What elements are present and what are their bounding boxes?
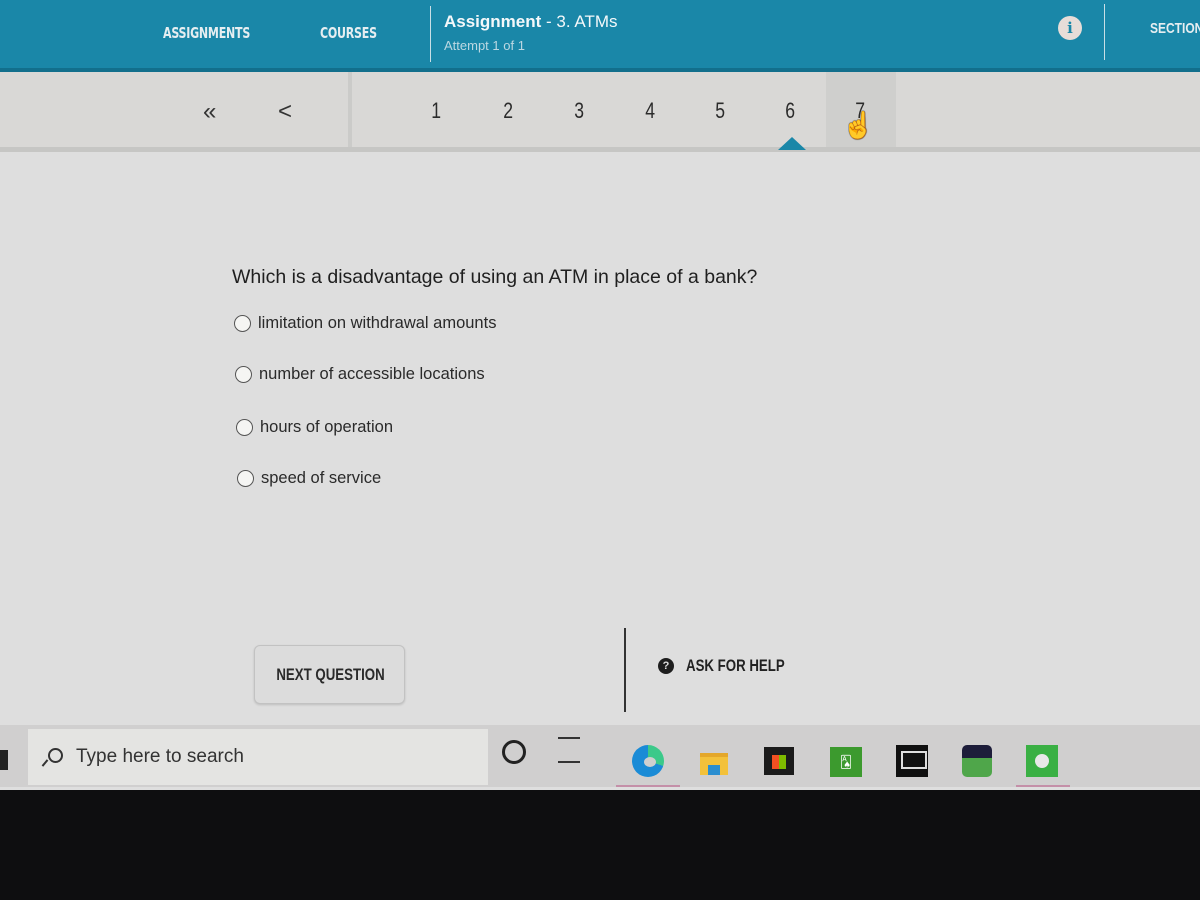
active-app-indicator: [1016, 785, 1070, 787]
page-2[interactable]: 2: [503, 98, 513, 124]
divider: [430, 6, 431, 62]
prev-page-button[interactable]: <: [278, 98, 292, 126]
browser-screen: ASSIGNMENTS COURSES Assignment - 3. ATMs…: [0, 0, 1200, 790]
divider: [624, 628, 626, 712]
search-icon: [42, 746, 63, 768]
assignment-label: Assignment: [444, 12, 542, 31]
first-page-button[interactable]: «: [203, 98, 216, 126]
windows-taskbar: Type here to search 🂡: [0, 725, 1200, 787]
radio-button[interactable]: [234, 315, 251, 332]
assignment-title: Assignment - 3. ATMs: [444, 12, 618, 32]
nav-courses[interactable]: COURSES: [320, 24, 377, 42]
question-pager: « < 1 2 3 4 5 6 7: [0, 72, 1200, 152]
divider: [1104, 4, 1105, 60]
answer-label: speed of service: [261, 469, 382, 487]
nav-section[interactable]: SECTION: [1150, 20, 1200, 37]
answer-option[interactable]: hours of operation: [236, 418, 393, 437]
radio-button[interactable]: [235, 366, 252, 383]
edge-icon[interactable]: [632, 745, 664, 777]
info-icon[interactable]: i: [1058, 16, 1082, 40]
answer-option[interactable]: speed of service: [237, 469, 381, 488]
spotify-icon[interactable]: [1026, 745, 1058, 777]
top-bar: ASSIGNMENTS COURSES Assignment - 3. ATMs…: [0, 0, 1200, 72]
cortana-icon[interactable]: [502, 740, 526, 764]
assignment-name: - 3. ATMs: [541, 12, 618, 31]
answer-option[interactable]: limitation on withdrawal amounts: [234, 314, 496, 333]
hand-cursor-icon: ☝: [842, 110, 875, 140]
pager-controls: « <: [0, 72, 352, 147]
page-6[interactable]: 6: [785, 98, 795, 124]
radio-button[interactable]: [237, 470, 254, 487]
laptop-app-icon[interactable]: [896, 745, 928, 777]
answer-label: number of accessible locations: [259, 365, 485, 383]
answer-label: limitation on withdrawal amounts: [258, 314, 497, 332]
answer-label: hours of operation: [260, 418, 394, 436]
active-app-indicator: [616, 785, 680, 787]
windows-start-icon[interactable]: [0, 750, 8, 770]
answer-option[interactable]: number of accessible locations: [235, 365, 485, 384]
ask-for-help-label: ASK FOR HELP: [686, 656, 785, 675]
search-placeholder: Type here to search: [76, 746, 244, 767]
attempt-count: Attempt 1 of 1: [444, 38, 525, 53]
solitaire-icon[interactable]: 🂡: [830, 747, 862, 777]
taskbar-search[interactable]: Type here to search: [28, 729, 488, 785]
help-icon: ?: [658, 658, 674, 674]
ask-for-help-button[interactable]: ? ASK FOR HELP: [658, 656, 813, 676]
radio-button[interactable]: [236, 419, 253, 436]
page-3[interactable]: 3: [574, 98, 584, 124]
page-1[interactable]: 1: [431, 98, 441, 124]
kidomi-icon[interactable]: [962, 745, 992, 777]
file-explorer-icon[interactable]: [700, 753, 728, 775]
next-question-label: NEXT QUESTION: [276, 665, 385, 684]
next-question-button[interactable]: NEXT QUESTION: [254, 645, 405, 704]
task-view-icon[interactable]: [558, 737, 580, 763]
page-5[interactable]: 5: [715, 98, 725, 124]
microsoft-store-icon[interactable]: [764, 747, 794, 775]
current-page-indicator: [778, 137, 806, 150]
page-4[interactable]: 4: [645, 98, 655, 124]
nav-assignments[interactable]: ASSIGNMENTS: [163, 24, 250, 42]
question-text: Which is a disadvantage of using an ATM …: [232, 266, 758, 288]
